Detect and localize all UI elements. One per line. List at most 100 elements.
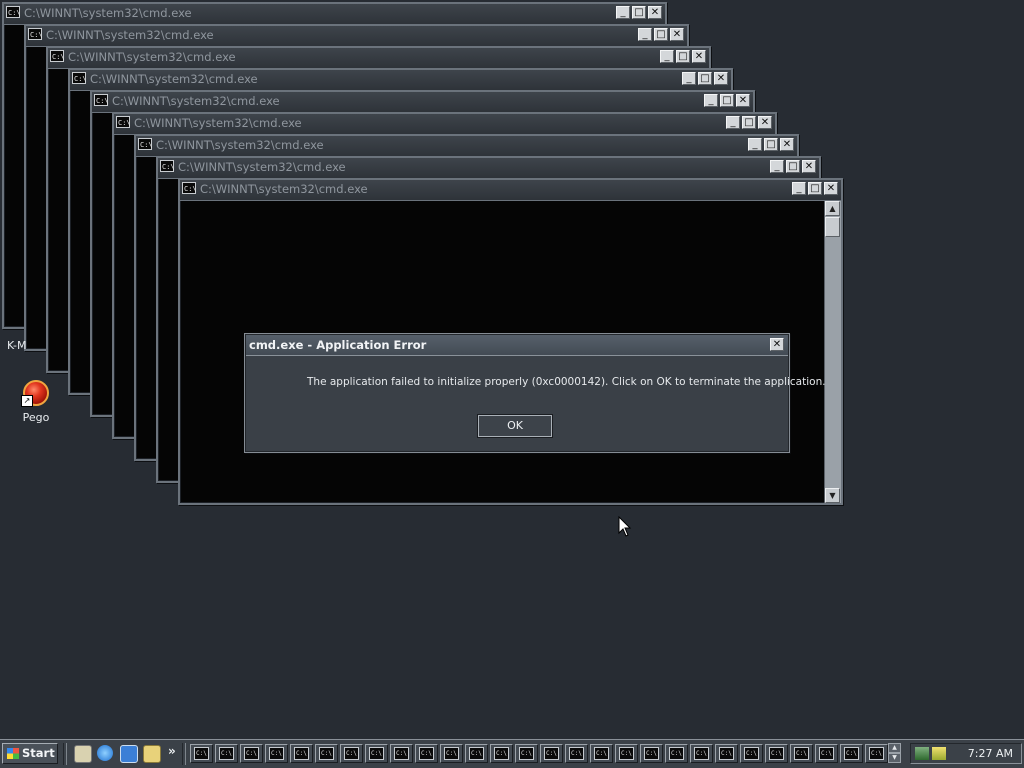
taskbar-task-button[interactable]: C:\	[390, 744, 413, 763]
taskbar-task-button[interactable]: C:\	[215, 744, 238, 763]
taskbar-task-button[interactable]: C:\	[265, 744, 288, 763]
cmd-system-icon[interactable]: C:\	[50, 50, 65, 62]
maximize-icon[interactable]: □	[764, 138, 778, 151]
taskbar-task-button[interactable]: C:\	[515, 744, 538, 763]
maximize-icon[interactable]: □	[698, 72, 712, 85]
cmd-window-titlebar[interactable]: C:\ C:\WINNT\system32\cmd.exe _ □ ✕	[4, 4, 665, 25]
taskbar-task-button[interactable]: C:\	[240, 744, 263, 763]
cmd-system-icon[interactable]: C:\	[160, 160, 175, 172]
cmd-system-icon[interactable]: C:\	[182, 182, 197, 194]
error-dialog[interactable]: cmd.exe - Application Error ✕ The applic…	[244, 333, 826, 453]
cmd-window-titlebar[interactable]: C:\ C:\WINNT\system32\cmd.exe _ □ ✕	[70, 70, 731, 91]
cmd-window-titlebar[interactable]: C:\ C:\WINNT\system32\cmd.exe _ □ ✕	[48, 48, 709, 69]
cmd-window-titlebar[interactable]: C:\ C:\WINNT\system32\cmd.exe _ □ ✕	[136, 136, 797, 157]
close-icon[interactable]: ✕	[692, 50, 706, 63]
cmd-system-icon[interactable]: C:\	[138, 138, 153, 150]
explorer-icon[interactable]	[143, 745, 161, 763]
minimize-icon[interactable]: _	[616, 6, 630, 19]
maximize-icon[interactable]: □	[632, 6, 646, 19]
start-button[interactable]: Start	[2, 743, 58, 764]
taskbar-task-button[interactable]: C:\	[640, 744, 663, 763]
error-message: The application failed to initialize pro…	[307, 376, 826, 388]
taskbar-task-button[interactable]: C:\	[190, 744, 213, 763]
maximize-icon[interactable]: □	[676, 50, 690, 63]
cmd-window-title: C:\WINNT\system32\cmd.exe	[24, 6, 192, 20]
desktop-icon-pego[interactable]: ↗ Pego	[14, 380, 58, 424]
cmd-system-icon[interactable]: C:\	[72, 72, 87, 84]
minimize-icon[interactable]: _	[792, 182, 806, 195]
taskbar-scroll-down-icon[interactable]: ▼	[888, 753, 901, 763]
close-icon[interactable]: ✕	[758, 116, 772, 129]
taskbar-task-button[interactable]: C:\	[440, 744, 463, 763]
tray-app-icon[interactable]	[932, 747, 946, 760]
taskbar-task-button[interactable]: C:\	[365, 744, 388, 763]
cmd-window-title: C:\WINNT\system32\cmd.exe	[134, 116, 302, 130]
close-icon[interactable]: ✕	[780, 138, 794, 151]
taskbar-task-button[interactable]: C:\	[765, 744, 788, 763]
cmd-system-icon[interactable]: C:\	[6, 6, 21, 18]
taskbar-task-button[interactable]: C:\	[315, 744, 338, 763]
minimize-icon[interactable]: _	[748, 138, 762, 151]
minimize-icon[interactable]: _	[638, 28, 652, 41]
cmd-window-titlebar[interactable]: C:\ C:\WINNT\system32\cmd.exe _ □ ✕	[114, 114, 775, 135]
cmd-system-icon[interactable]: C:\	[116, 116, 131, 128]
minimize-icon[interactable]: _	[770, 160, 784, 173]
minimize-icon[interactable]: _	[682, 72, 696, 85]
taskbar-task-button[interactable]: C:\	[715, 744, 738, 763]
cmd-window-title: C:\WINNT\system32\cmd.exe	[112, 94, 280, 108]
taskbar-task-button[interactable]: C:\	[690, 744, 713, 763]
scroll-up-icon[interactable]: ▲	[825, 201, 840, 216]
close-icon[interactable]: ✕	[824, 182, 838, 195]
desktop-icon-partial[interactable]: K-M	[7, 339, 27, 352]
taskbar-task-button[interactable]: C:\	[415, 744, 438, 763]
taskbar-scroll-up-icon[interactable]: ▲	[888, 743, 901, 753]
minimize-icon[interactable]: _	[660, 50, 674, 63]
cmd-system-icon[interactable]: C:\	[28, 28, 43, 40]
close-icon[interactable]: ✕	[648, 6, 662, 19]
taskbar-task-button[interactable]: C:\	[340, 744, 363, 763]
network-icon[interactable]	[915, 747, 929, 760]
taskbar-task-button[interactable]: C:\	[565, 744, 588, 763]
maximize-icon[interactable]: □	[654, 28, 668, 41]
vertical-scrollbar[interactable]: ▲ ▼	[824, 201, 841, 503]
taskbar-task-button[interactable]: C:\	[540, 744, 563, 763]
cmd-window-titlebar[interactable]: C:\ C:\WINNT\system32\cmd.exe _ □ ✕	[92, 92, 753, 113]
show-desktop-icon[interactable]	[74, 745, 92, 763]
quicklaunch-overflow-icon[interactable]: »	[168, 744, 176, 758]
ok-button[interactable]: OK	[477, 414, 553, 438]
close-icon[interactable]: ✕	[736, 94, 750, 107]
maximize-icon[interactable]: □	[720, 94, 734, 107]
internet-explorer-icon[interactable]	[97, 745, 113, 761]
cmd-task-icon: C:\	[694, 747, 709, 760]
scroll-down-icon[interactable]: ▼	[825, 488, 840, 503]
taskbar-task-button[interactable]: C:\	[490, 744, 513, 763]
taskbar-task-button[interactable]: C:\	[665, 744, 688, 763]
taskbar-task-button[interactable]: C:\	[290, 744, 313, 763]
taskbar-task-button[interactable]: C:\	[840, 744, 863, 763]
close-icon[interactable]: ✕	[714, 72, 728, 85]
cmd-window-titlebar[interactable]: C:\ C:\WINNT\system32\cmd.exe _ □ ✕	[158, 158, 819, 179]
taskbar-task-button[interactable]: C:\	[865, 744, 888, 763]
scroll-thumb[interactable]	[825, 217, 840, 237]
taskbar-task-button[interactable]: C:\	[465, 744, 488, 763]
minimize-icon[interactable]: _	[704, 94, 718, 107]
outlook-express-icon[interactable]	[120, 745, 138, 763]
taskbar-task-button[interactable]: C:\	[790, 744, 813, 763]
clock[interactable]: 7:27 AM	[968, 747, 1013, 760]
cmd-system-icon[interactable]: C:\	[94, 94, 109, 106]
close-icon[interactable]: ✕	[670, 28, 684, 41]
taskbar-task-button[interactable]: C:\	[615, 744, 638, 763]
maximize-icon[interactable]: □	[786, 160, 800, 173]
taskbar-task-button[interactable]: C:\	[815, 744, 838, 763]
maximize-icon[interactable]: □	[808, 182, 822, 195]
maximize-icon[interactable]: □	[742, 116, 756, 129]
close-icon[interactable]: ✕	[770, 338, 784, 351]
close-icon[interactable]: ✕	[802, 160, 816, 173]
taskbar-scroll[interactable]: ▲ ▼	[888, 743, 901, 763]
cmd-window-titlebar[interactable]: C:\ C:\WINNT\system32\cmd.exe _ □ ✕	[26, 26, 687, 47]
cmd-window-titlebar[interactable]: C:\ C:\WINNT\system32\cmd.exe _ □ ✕	[180, 180, 841, 201]
minimize-icon[interactable]: _	[726, 116, 740, 129]
taskbar-task-button[interactable]: C:\	[740, 744, 763, 763]
dialog-titlebar[interactable]: cmd.exe - Application Error ✕	[246, 335, 788, 356]
taskbar-task-button[interactable]: C:\	[590, 744, 613, 763]
